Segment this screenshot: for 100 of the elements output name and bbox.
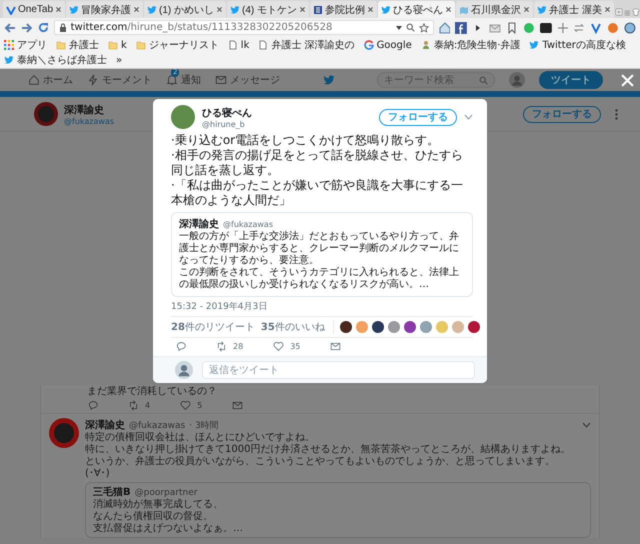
home-icon[interactable] (438, 22, 450, 34)
bird-icon (69, 4, 80, 14)
quoted-tweet[interactable]: 深澤諭史 @fukazawas 一般の方が「上手な交渉法」だとおもっているやり方って、弁護士とか専門家からすると、クレーマー判断のメルクマールになってたりするから、要注意。 この判断をされて、そういうカテゴリに入れられると、法律上の最低限の扱いしか受けられなくなるリスクが高い。… (171, 212, 473, 297)
avatar[interactable] (372, 321, 384, 333)
tweet-text: (･∀･) (85, 468, 111, 480)
browser-tab[interactable]: 弁護士 渥美 (534, 1, 614, 18)
heart-icon[interactable] (180, 400, 192, 411)
bird-icon (147, 4, 158, 14)
browser-tab[interactable]: 冒険家弁護 (66, 1, 144, 18)
tweet-text: 一般の方が「上手な交渉法」だとおもっているやり方って、弁護士とか専門家からすると、クレーマー判断のメルクマールになってたりするから、要注意。 (179, 231, 460, 266)
browser-tab[interactable]: ひる寝ぺん (378, 1, 456, 18)
bird-icon (322, 74, 336, 86)
user-handle: @poorpartner (134, 488, 198, 498)
browser-tab[interactable]: OneTab (3, 1, 66, 18)
user-name[interactable]: ひる寝ぺん (202, 106, 252, 120)
bookmark-icon[interactable] (506, 22, 518, 34)
dark-square-icon[interactable] (540, 22, 552, 34)
more-icon[interactable] (615, 108, 618, 120)
retweet-icon[interactable] (128, 400, 139, 411)
retweet-icon[interactable] (216, 341, 227, 352)
close-icon[interactable] (445, 6, 452, 13)
globe-icon[interactable] (624, 22, 636, 34)
square-icon[interactable] (455, 22, 468, 34)
close-icon[interactable] (367, 6, 374, 13)
bookmark[interactable]: 泰納:危険生物·弁護 (420, 38, 520, 52)
like-stat[interactable]: 35件のいいね (260, 320, 325, 334)
tweet-text: ·乗り込むor電話をしつこくかけて怒鳴り散らす。 (171, 133, 440, 148)
page-icon (258, 40, 268, 50)
bookmark[interactable]: アプリ (4, 38, 47, 52)
bell-icon (166, 74, 178, 86)
bookmark[interactable]: Twitterの高度な検 (529, 38, 626, 52)
shirt-icon[interactable] (632, 6, 640, 18)
more-bookmarks[interactable]: » (116, 53, 122, 67)
bookmark[interactable]: k (108, 38, 127, 52)
close-icon[interactable] (55, 6, 62, 13)
retweet-stat[interactable]: 28件のリツイート (171, 320, 255, 334)
tweet-text: この判断をされて、そういうカテゴリに入れられると、法律上の最低限の扱いしか受けられなくなるリスクが高い。… (179, 267, 460, 291)
move-icon[interactable] (556, 22, 568, 34)
envelope-icon[interactable] (330, 341, 342, 352)
close-icon[interactable] (216, 6, 224, 13)
chevron-down-icon[interactable] (464, 114, 473, 120)
close-icon[interactable] (604, 6, 611, 13)
v-mark-icon[interactable] (590, 22, 602, 34)
reload-icon[interactable] (38, 22, 49, 33)
tweet-text: ·相手の発言の揚げ足をとって話を脱線させ、ひたすら同じ話を蒸し返す。 (171, 148, 464, 178)
reply-icon[interactable] (87, 400, 98, 411)
envelope-icon[interactable] (489, 22, 502, 34)
star-icon[interactable] (418, 22, 429, 32)
caret-icon[interactable] (396, 26, 402, 30)
close-icon[interactable] (523, 6, 530, 13)
close-icon[interactable] (299, 6, 306, 13)
heart-icon[interactable] (273, 341, 284, 352)
envelope-icon[interactable] (232, 400, 244, 411)
tweet-timestamp: 15:32 - 2019年4月3日 (171, 297, 473, 317)
nav-link[interactable]: 通知 (181, 73, 201, 87)
tweet-text: 消滅時効が無事完成してる、 (93, 499, 224, 510)
browser-tab[interactable]: 石川県金沢 (456, 1, 534, 18)
tweet-text: なんたら債権回収の督促。 (93, 511, 214, 522)
arrows-icon[interactable] (573, 22, 586, 34)
bird-icon (230, 4, 240, 14)
avatar[interactable] (340, 321, 352, 333)
bird-icon (4, 55, 14, 65)
retweet-count: 4 (145, 401, 150, 410)
back-icon[interactable] (4, 22, 16, 32)
reply-field[interactable]: 返信をツイート (202, 361, 475, 379)
quoted-tweet[interactable]: 三毛猫B @poorpartner 消滅時効が無事完成してる、 なんたら債権回収の督促。 支払督促はえげつないよなぁ。… (85, 482, 591, 538)
chevron-down-icon[interactable] (582, 422, 591, 428)
search-icon[interactable] (406, 23, 415, 32)
page-icon (228, 40, 238, 50)
google-icon (364, 40, 374, 50)
browser-tab[interactable]: (4) モトケン (227, 1, 310, 18)
user-name[interactable]: 深澤諭史 (85, 418, 125, 432)
address-field[interactable]: twitter.com/hirune_b/status/1113328302205206528 (54, 20, 434, 35)
bookmark[interactable]: 泰納＼さらば弁護士 (4, 53, 107, 67)
folder-icon (108, 40, 118, 50)
forward-icon[interactable] (20, 22, 33, 32)
user-handle: @fukazawas (64, 116, 114, 126)
avatar[interactable] (468, 321, 480, 333)
bookmark[interactable]: Google (364, 38, 412, 52)
user-name[interactable]: 深澤諭史 (64, 102, 104, 116)
site-icon (313, 4, 324, 14)
avatar[interactable] (404, 321, 416, 333)
nav-link[interactable]: メッセージ (230, 73, 280, 87)
bird-icon (537, 4, 548, 14)
bookmark[interactable]: ジャーナリスト (136, 38, 219, 52)
lock-icon (58, 23, 67, 32)
bird-icon (529, 40, 540, 50)
nav-link[interactable]: ホーム (43, 73, 73, 87)
bookmark[interactable]: 弁護士 (56, 38, 99, 52)
bookmark[interactable]: 弁護士 深澤諭史の (258, 38, 355, 52)
tweet-text: まだ業界で消耗しているの？ (86, 385, 218, 398)
browser-tab[interactable]: (1) かめいし (144, 1, 226, 18)
browser-tab[interactable]: 参院比例 (310, 1, 378, 18)
search-icon (479, 76, 488, 84)
close-icon[interactable] (133, 6, 140, 13)
nav-link[interactable]: モーメント (102, 73, 152, 87)
reply-icon[interactable] (175, 341, 186, 352)
like-count: 5 (197, 401, 202, 410)
tweet-text: というか、弁護士の役員がいながら、こういうことやってもよいものでしょうか、と思ってしまいます。 (85, 456, 556, 468)
bookmark[interactable]: lk (228, 38, 250, 52)
